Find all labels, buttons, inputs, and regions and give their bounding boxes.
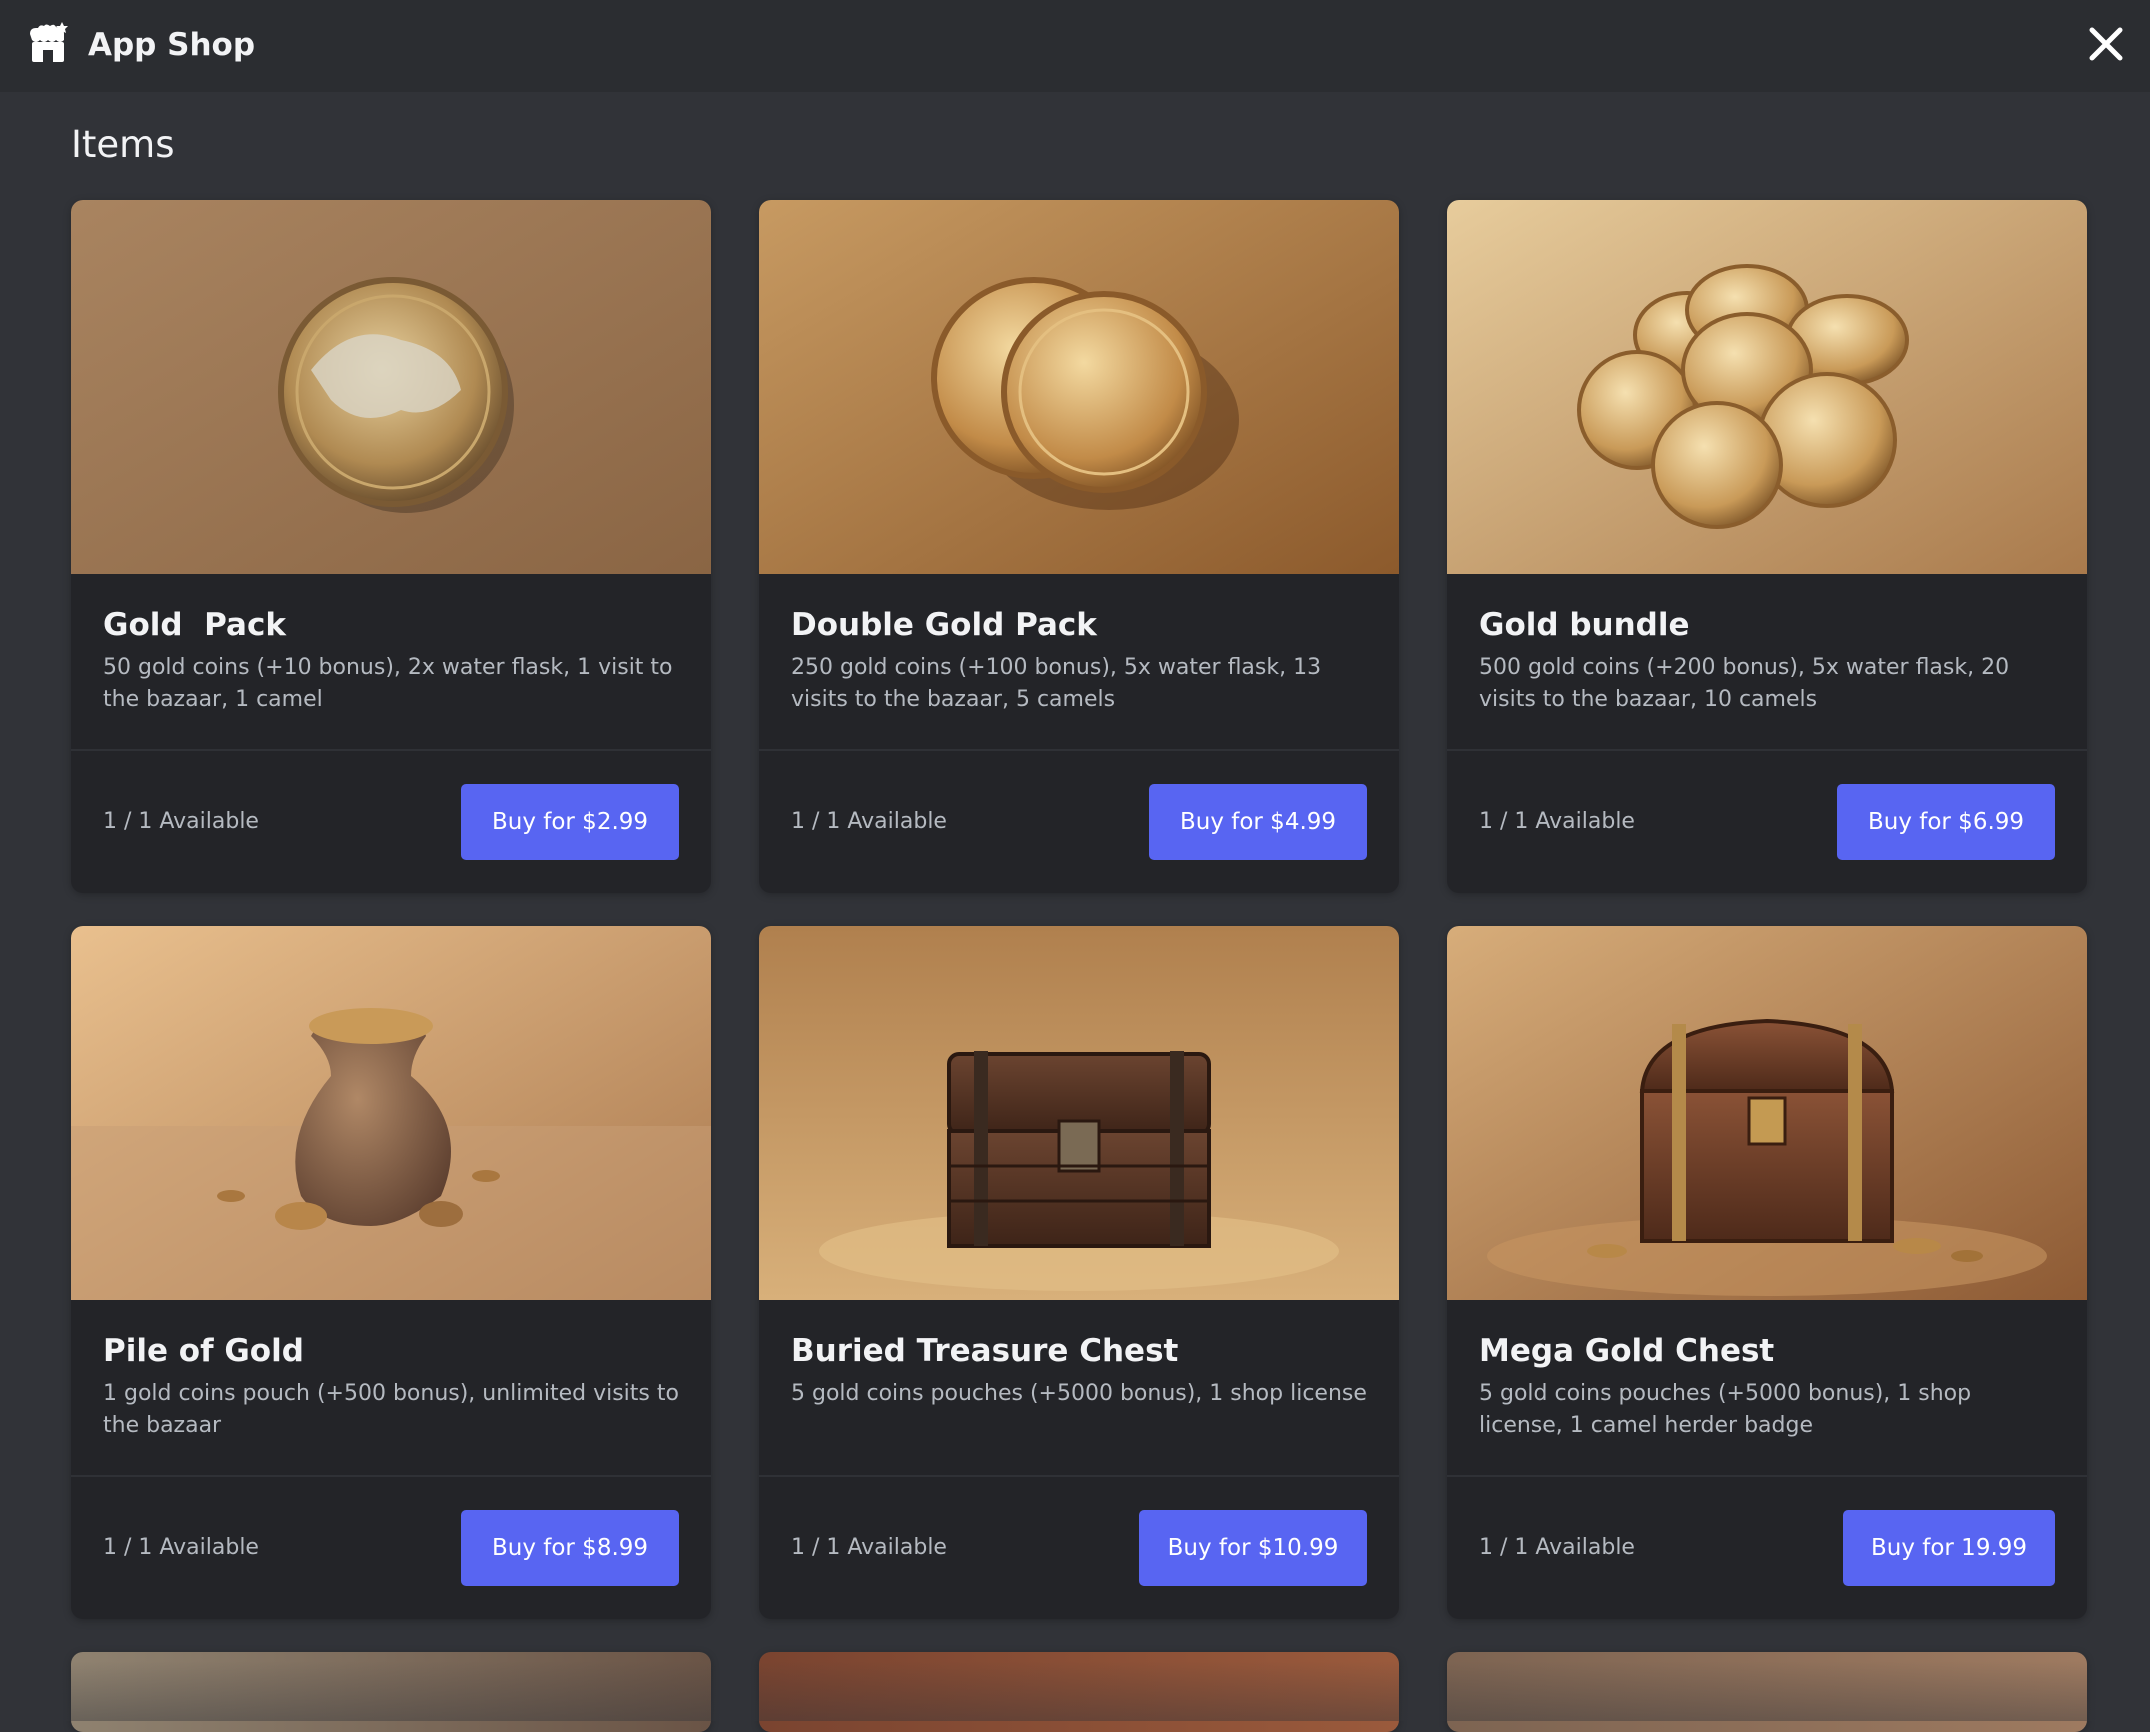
card-divider	[1447, 749, 2087, 751]
item-description: 5 gold coins pouches (+5000 bonus), 1 sh…	[1479, 1381, 1972, 1438]
buy-button[interactable]: Buy for $10.99	[1139, 1510, 1367, 1586]
card-divider	[759, 1475, 1399, 1477]
item-availability: 1 / 1 Available	[1479, 1535, 1635, 1560]
item-availability: 1 / 1 Available	[1479, 809, 1635, 834]
shop-icon	[30, 22, 68, 62]
item-title: Pile of Gold	[103, 1333, 304, 1369]
card-divider	[759, 749, 1399, 751]
item-description: 50 gold coins (+10 bonus), 2x water flas…	[103, 655, 673, 712]
section-title: Items	[71, 123, 175, 166]
card-divider	[71, 1475, 711, 1477]
item-image-treasure-chest	[759, 926, 1399, 1300]
buy-button[interactable]: Buy for $8.99	[461, 1510, 679, 1586]
item-title: Gold bundle	[1479, 607, 1690, 643]
item-card: Pile of Gold 1 gold coins pouch (+500 bo…	[71, 926, 711, 1619]
buy-button[interactable]: Buy for $4.99	[1149, 784, 1367, 860]
item-description: 5 gold coins pouches (+5000 bonus), 1 sh…	[791, 1381, 1367, 1406]
item-card: Gold Pack 50 gold coins (+10 bonus), 2x …	[71, 200, 711, 893]
item-description: 1 gold coins pouch (+500 bonus), unlimit…	[103, 1381, 679, 1438]
app-title: App Shop	[88, 27, 256, 63]
item-image-coin-pouch	[71, 926, 711, 1300]
item-image-pile-of-gold-coins	[1447, 200, 2087, 574]
item-card: Buried Treasure Chest 5 gold coins pouch…	[759, 926, 1399, 1619]
app-header: App Shop	[0, 0, 2150, 92]
close-icon[interactable]	[2084, 22, 2128, 66]
item-availability: 1 / 1 Available	[791, 1535, 947, 1560]
item-title: Buried Treasure Chest	[791, 1333, 1179, 1369]
item-title: Gold Pack	[103, 607, 286, 643]
buy-button[interactable]: Buy for $6.99	[1837, 784, 2055, 860]
item-availability: 1 / 1 Available	[791, 809, 947, 834]
item-card: Gold bundle 500 gold coins (+200 bonus),…	[1447, 200, 2087, 893]
item-image-two-gold-coins	[759, 200, 1399, 574]
item-image-single-gold-coin	[71, 200, 711, 574]
item-title: Mega Gold Chest	[1479, 1333, 1775, 1369]
item-card: Mega Gold Chest 5 gold coins pouches (+5…	[1447, 926, 2087, 1619]
buy-button[interactable]: Buy for 19.99	[1843, 1510, 2055, 1586]
item-title: Double Gold Pack	[791, 607, 1097, 643]
item-description: 250 gold coins (+100 bonus), 5x water fl…	[791, 655, 1322, 712]
item-card-partial	[759, 1652, 1399, 1732]
item-card-partial	[1447, 1652, 2087, 1732]
item-description: 500 gold coins (+200 bonus), 5x water fl…	[1479, 655, 2010, 712]
buy-button[interactable]: Buy for $2.99	[461, 784, 679, 860]
item-availability: 1 / 1 Available	[103, 809, 259, 834]
item-card: Double Gold Pack 250 gold coins (+100 bo…	[759, 200, 1399, 893]
item-image-open-treasure-chest	[1447, 926, 2087, 1300]
card-divider	[71, 749, 711, 751]
item-card-partial	[71, 1652, 711, 1732]
card-divider	[1447, 1475, 2087, 1477]
item-availability: 1 / 1 Available	[103, 1535, 259, 1560]
